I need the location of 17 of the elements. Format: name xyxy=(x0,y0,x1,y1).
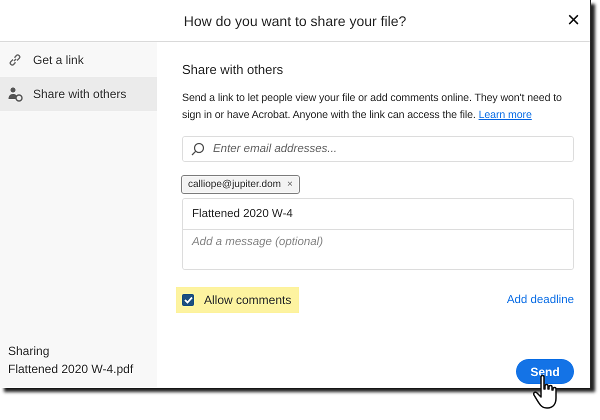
dialog-title: How do you want to share your file? xyxy=(184,12,406,28)
file-name: Flattened 2020 W-4.pdf xyxy=(8,361,134,378)
close-button[interactable]: × xyxy=(565,10,582,30)
remove-button[interactable]: × xyxy=(286,179,293,190)
sharing-caption: Sharing xyxy=(8,343,50,360)
message-field[interactable]: Add a message (optional) xyxy=(182,230,574,270)
recipient-email: calliope@jupiter.dom xyxy=(188,179,281,190)
add-deadline-link[interactable]: Add deadline xyxy=(506,294,574,306)
sidebar-item[interactable]: Get a link xyxy=(0,43,157,77)
subject-field[interactable]: Flattened 2020 W-4 xyxy=(182,198,574,230)
section-heading: Share with others xyxy=(182,62,284,77)
sidebar-item[interactable]: Share with others xyxy=(0,77,157,111)
allow-comments-checkbox[interactable]: Allow comments xyxy=(176,287,300,313)
send-button[interactable]: Send xyxy=(516,359,574,384)
learn-more-link[interactable]: Learn more xyxy=(478,109,532,121)
email-field[interactable]: Enter email addresses... xyxy=(182,136,574,162)
description-text: Send a link to let people view your file or add comments online. They won't need to sign in or have Acrobat. Anyone with the link can access the file. Learn more xyxy=(182,91,563,123)
